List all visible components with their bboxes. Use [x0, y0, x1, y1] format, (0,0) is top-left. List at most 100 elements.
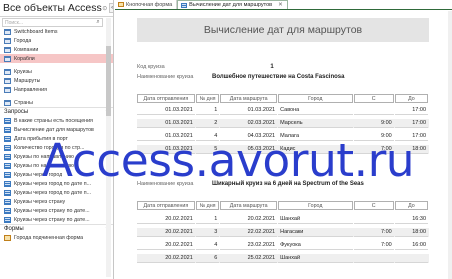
nav-item[interactable]: Круизы через страну по дате... — [0, 215, 113, 224]
table-row: 20.02.2021 3 22.02.2021 Нагасаки 7:00 18:00 — [137, 228, 429, 237]
nav-search-box[interactable]: Поиск... ⌕ — [2, 18, 103, 27]
table-cell: Кадис — [278, 145, 353, 154]
nav-item-label: Маршруты — [14, 77, 41, 84]
column-headers: Дата отправления № дня Дата маршрута Гор… — [137, 201, 429, 210]
cruise-name-value: Волшебное путешествие на Costa Fascinosa — [212, 74, 345, 80]
nav-item[interactable]: Круизы через страну — [0, 197, 113, 206]
nav-item[interactable]: В какие страны есть посещения — [0, 116, 113, 125]
table-icon — [4, 77, 11, 84]
nav-item[interactable]: Корабли — [0, 54, 113, 63]
nav-item-label: Круизы по направлению — [14, 153, 74, 160]
table-cell: 16:30 — [394, 215, 429, 224]
nav-item[interactable]: Маршруты — [0, 76, 113, 85]
report: Вычисление дат для маршрутов Код круиза … — [137, 18, 429, 263]
col-header: Город — [278, 94, 353, 103]
table-cell: 18:00 — [394, 228, 429, 237]
query-icon — [4, 144, 11, 151]
nav-item-label: Switchboard Items — [14, 28, 58, 35]
table-cell — [353, 106, 394, 115]
queries-list: В какие страны есть посещения Вычисление … — [0, 116, 113, 224]
col-header: Город — [278, 201, 353, 210]
table-cell: Шанхай — [278, 254, 353, 263]
nav-item-label: Круизы через город по дате п... — [14, 180, 92, 187]
table-cell: 17:00 — [394, 132, 429, 141]
nav-menu-icon[interactable]: ⊙ — [102, 3, 108, 13]
document-scrollbar[interactable] — [448, 11, 452, 279]
nav-scroll-thumb[interactable] — [106, 46, 111, 116]
col-header: До — [394, 201, 429, 210]
query-icon — [4, 117, 11, 124]
table-cell: 9:00 — [353, 132, 394, 141]
query-icon — [4, 180, 11, 187]
nav-item[interactable]: Направления — [0, 85, 113, 94]
table-cell: Фукуока — [278, 241, 353, 250]
nav-item[interactable]: Компании — [0, 45, 113, 54]
cruise-name-label: Наименование круиза — [137, 74, 194, 80]
navigation-pane: Все объекты Access ⊙ « Поиск... ⌕ Switch… — [0, 0, 114, 279]
table-cell: 7:00 — [353, 228, 394, 237]
nav-item-label: Дата прибытия в порт — [14, 135, 68, 142]
table-cell: 01.03.2021 — [137, 119, 195, 128]
table-cell: 23.02.2021 — [220, 241, 278, 250]
table-icon — [4, 86, 11, 93]
table-icon — [4, 28, 11, 35]
nav-item[interactable]: Дата прибытия в порт — [0, 134, 113, 143]
nav-title[interactable]: Все объекты Access — [3, 2, 102, 14]
table-cell: 1 — [195, 106, 220, 115]
tables-list: Switchboard Items Города Компании Корабли Кр… — [0, 27, 113, 107]
tab-switchboard[interactable]: Кнопочная форма — [115, 0, 178, 9]
tab-label: Вычисление дат для маршрутов — [189, 2, 273, 8]
table-cell: 7:00 — [353, 145, 394, 154]
query-icon — [4, 162, 11, 169]
nav-item[interactable]: Круизы через город — [0, 170, 113, 179]
col-header: Дата маршрута — [220, 201, 278, 210]
table-cell: 20.02.2021 — [137, 228, 195, 237]
queries-group-label: Запросы — [4, 109, 29, 115]
search-icon[interactable]: ⌕ — [94, 19, 102, 26]
nav-item[interactable]: Круизы — [0, 67, 113, 76]
nav-header[interactable]: Все объекты Access ⊙ « — [0, 0, 113, 17]
table-cell: 5 — [195, 145, 220, 154]
forms-group-header[interactable]: Формы ⌃ — [0, 224, 113, 233]
close-icon[interactable]: ✕ — [278, 2, 283, 8]
queries-group-header[interactable]: Запросы ⌃ — [0, 107, 113, 116]
col-header: Дата маршрута — [220, 94, 278, 103]
nav-scrollbar[interactable] — [106, 18, 111, 277]
table-cell: Шанхай — [278, 215, 353, 224]
collapse-pane-icon[interactable]: « — [108, 3, 113, 13]
table-cell — [353, 254, 394, 263]
table-row: 20.02.2021 1 20.02.2021 Шанхай 16:30 — [137, 215, 429, 224]
search-input[interactable]: Поиск... — [3, 20, 94, 26]
table-cell: 25.02.2021 — [220, 254, 278, 263]
tab-report[interactable]: Вычисление дат для маршрутов ✕ — [177, 0, 288, 9]
query-icon — [4, 189, 11, 196]
table-icon — [4, 68, 11, 75]
table-row: 20.02.2021 4 23.02.2021 Фукуока 7:00 16:00 — [137, 241, 429, 250]
nav-item[interactable]: Круизы через город по дате п... — [0, 188, 113, 197]
nav-item[interactable]: Круизы по направлению — [0, 161, 113, 170]
query-icon — [4, 153, 11, 160]
query-icon — [4, 126, 11, 133]
forms-group-label: Формы — [4, 226, 24, 232]
table-cell: 2 — [195, 119, 220, 128]
nav-item[interactable]: Количество городов по стр... — [0, 143, 113, 152]
table-cell: 02.03.2021 — [220, 119, 278, 128]
nav-item-label: Количество городов по стр... — [14, 144, 85, 151]
nav-item-label: Круизы через страну по дате... — [14, 207, 90, 214]
table-cell: 7:00 — [353, 241, 394, 250]
nav-item[interactable]: Круизы по направлению — [0, 152, 113, 161]
nav-item[interactable]: Страны — [0, 98, 113, 107]
table-cell: 22.02.2021 — [220, 228, 278, 237]
col-header: С — [353, 94, 394, 103]
nav-item[interactable]: Круизы через страну по дате... — [0, 206, 113, 215]
query-icon — [4, 198, 11, 205]
nav-item[interactable]: Switchboard Items — [0, 27, 113, 36]
cruise-code-label: Код круиза — [137, 64, 165, 70]
table-cell: 3 — [195, 228, 220, 237]
nav-item[interactable]: Вычисление дат для маршрутов — [0, 125, 113, 134]
nav-item[interactable]: Города подчиненная форма — [0, 233, 113, 242]
nav-item[interactable]: Круизы через город по дате п... — [0, 179, 113, 188]
table-cell: 17:00 — [394, 106, 429, 115]
col-header: № дня — [195, 201, 220, 210]
nav-item[interactable]: Города — [0, 36, 113, 45]
